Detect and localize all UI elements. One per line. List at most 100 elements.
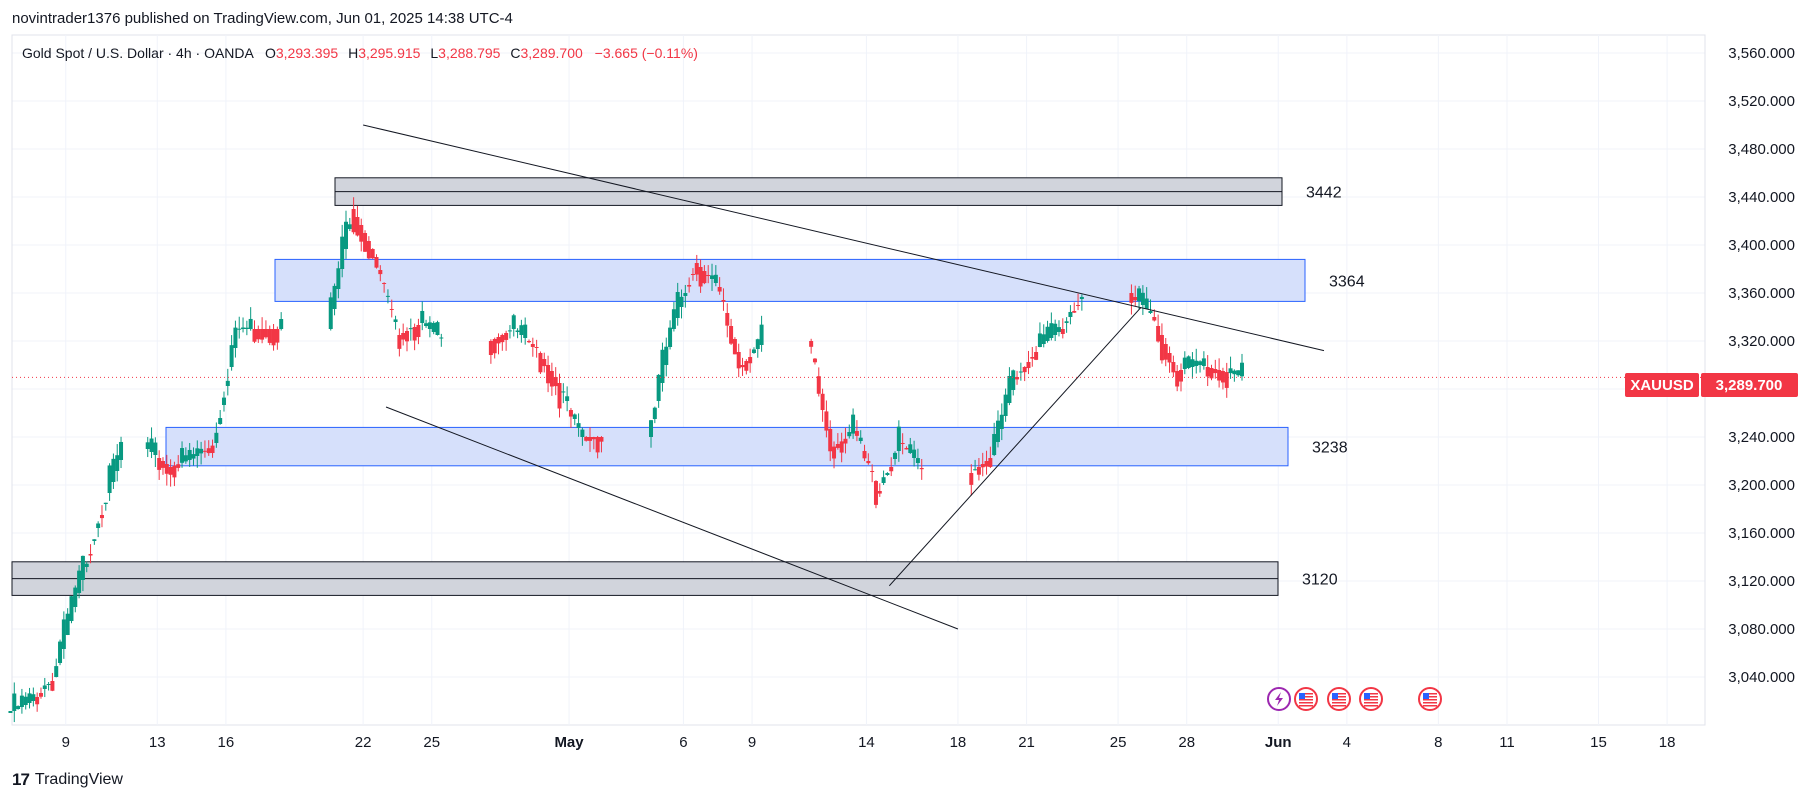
candle-body bbox=[1144, 298, 1149, 309]
candle-body bbox=[1007, 375, 1012, 403]
candle-body bbox=[492, 339, 497, 354]
time-tick-label: 28 bbox=[1178, 734, 1195, 751]
candle-body bbox=[103, 502, 108, 504]
candle-body bbox=[580, 429, 585, 437]
candle-body bbox=[832, 446, 837, 459]
price-tag[interactable]: XAUUSD 3,289.700 bbox=[1625, 373, 1798, 397]
candle-body bbox=[649, 420, 654, 437]
us-flag-icon[interactable] bbox=[1359, 687, 1383, 711]
us-flag-icon[interactable] bbox=[1327, 687, 1351, 711]
candle-body bbox=[976, 467, 981, 475]
candle-body bbox=[164, 464, 169, 474]
candle-body bbox=[980, 464, 985, 468]
candle-body bbox=[1228, 368, 1233, 374]
candle-body bbox=[359, 225, 364, 242]
candle-body bbox=[1171, 362, 1176, 373]
candle-body bbox=[565, 396, 570, 401]
candle-body bbox=[1003, 394, 1008, 416]
price-chart[interactable]: 3442 3364 3238 3120 3,560.000 3,520.000 3,480… bbox=[0, 0, 1814, 799]
candle-body bbox=[881, 477, 886, 483]
candle-body bbox=[1056, 327, 1061, 332]
zone-label: 3364 bbox=[1329, 273, 1365, 290]
candle-body bbox=[896, 426, 901, 451]
candle-body bbox=[854, 431, 859, 436]
candle-body bbox=[221, 397, 226, 405]
candle-body bbox=[149, 438, 154, 452]
candle-body bbox=[862, 451, 867, 459]
flag-stripe bbox=[1299, 702, 1313, 704]
candle-body bbox=[427, 322, 432, 329]
candle-body bbox=[38, 693, 43, 697]
candle-body bbox=[725, 313, 730, 326]
candle-body bbox=[1148, 311, 1153, 313]
candle-body bbox=[1041, 334, 1046, 344]
candle-body bbox=[1217, 370, 1222, 381]
candle-body bbox=[664, 346, 669, 365]
price-tick-label: 3,560.000 bbox=[1728, 45, 1795, 62]
candle-body bbox=[900, 443, 905, 444]
candle-body bbox=[271, 329, 276, 346]
candle-body bbox=[42, 685, 47, 689]
candle-body bbox=[919, 468, 924, 470]
candle-body bbox=[172, 465, 177, 478]
candle-body bbox=[591, 437, 596, 440]
candle-body bbox=[332, 285, 337, 309]
candle-body bbox=[1068, 311, 1073, 317]
price-tick-label: 3,320.000 bbox=[1728, 333, 1795, 350]
candle-body bbox=[431, 322, 436, 332]
lightning-icon[interactable] bbox=[1267, 687, 1291, 711]
candle-body bbox=[1064, 321, 1069, 323]
candle-body bbox=[668, 327, 673, 347]
candle-body bbox=[595, 437, 600, 453]
candle-body bbox=[851, 414, 856, 434]
time-tick-label: May bbox=[554, 734, 584, 751]
candle-body bbox=[866, 461, 871, 464]
candle-body bbox=[218, 418, 223, 424]
candle-body bbox=[340, 236, 345, 269]
candle-body bbox=[176, 464, 181, 468]
candle-body bbox=[553, 377, 558, 387]
flag-stripe bbox=[1423, 699, 1437, 701]
candle-body bbox=[1186, 356, 1191, 368]
candle-body bbox=[225, 380, 230, 386]
price-tick-label: 3,160.000 bbox=[1728, 525, 1795, 542]
flag-stripe bbox=[1332, 699, 1346, 701]
candle-body bbox=[404, 331, 409, 342]
candle-body bbox=[530, 344, 535, 347]
candle-body bbox=[1022, 367, 1027, 373]
price-tag-value: 3,289.700 bbox=[1716, 377, 1783, 394]
candle-body bbox=[256, 329, 261, 340]
flag-stripe bbox=[1364, 699, 1378, 701]
candle-body bbox=[12, 693, 17, 711]
candle-body bbox=[687, 285, 692, 287]
candle-body bbox=[180, 448, 185, 463]
candle-body bbox=[374, 257, 379, 268]
candle-body bbox=[995, 420, 1000, 442]
candle-body bbox=[214, 432, 219, 443]
candle-body bbox=[397, 335, 402, 349]
candle-body bbox=[515, 330, 520, 332]
candle-body bbox=[1163, 344, 1168, 360]
candle-body bbox=[50, 681, 55, 691]
tradingview-logo[interactable]: 17 TradingView bbox=[12, 770, 123, 790]
candle-body bbox=[988, 458, 993, 467]
candle-body bbox=[1232, 370, 1237, 375]
candle-body bbox=[1175, 371, 1180, 387]
candle-body bbox=[420, 310, 425, 323]
candle-body bbox=[1167, 353, 1172, 363]
candle-body bbox=[828, 429, 833, 452]
candle-body bbox=[385, 295, 390, 297]
candle-body bbox=[88, 554, 93, 556]
candle-body bbox=[1205, 367, 1210, 377]
candle-body bbox=[1156, 326, 1161, 342]
candle-body bbox=[969, 473, 974, 485]
candle-body bbox=[755, 339, 760, 349]
candle-body bbox=[1198, 361, 1203, 365]
candle-body bbox=[1015, 377, 1020, 380]
legend-close-label: C bbox=[510, 45, 520, 61]
us-flag-icon[interactable] bbox=[1418, 687, 1442, 711]
us-flag-icon[interactable] bbox=[1294, 687, 1318, 711]
candle-body bbox=[252, 329, 257, 342]
candle-body bbox=[199, 448, 204, 454]
candle-body bbox=[496, 337, 501, 344]
